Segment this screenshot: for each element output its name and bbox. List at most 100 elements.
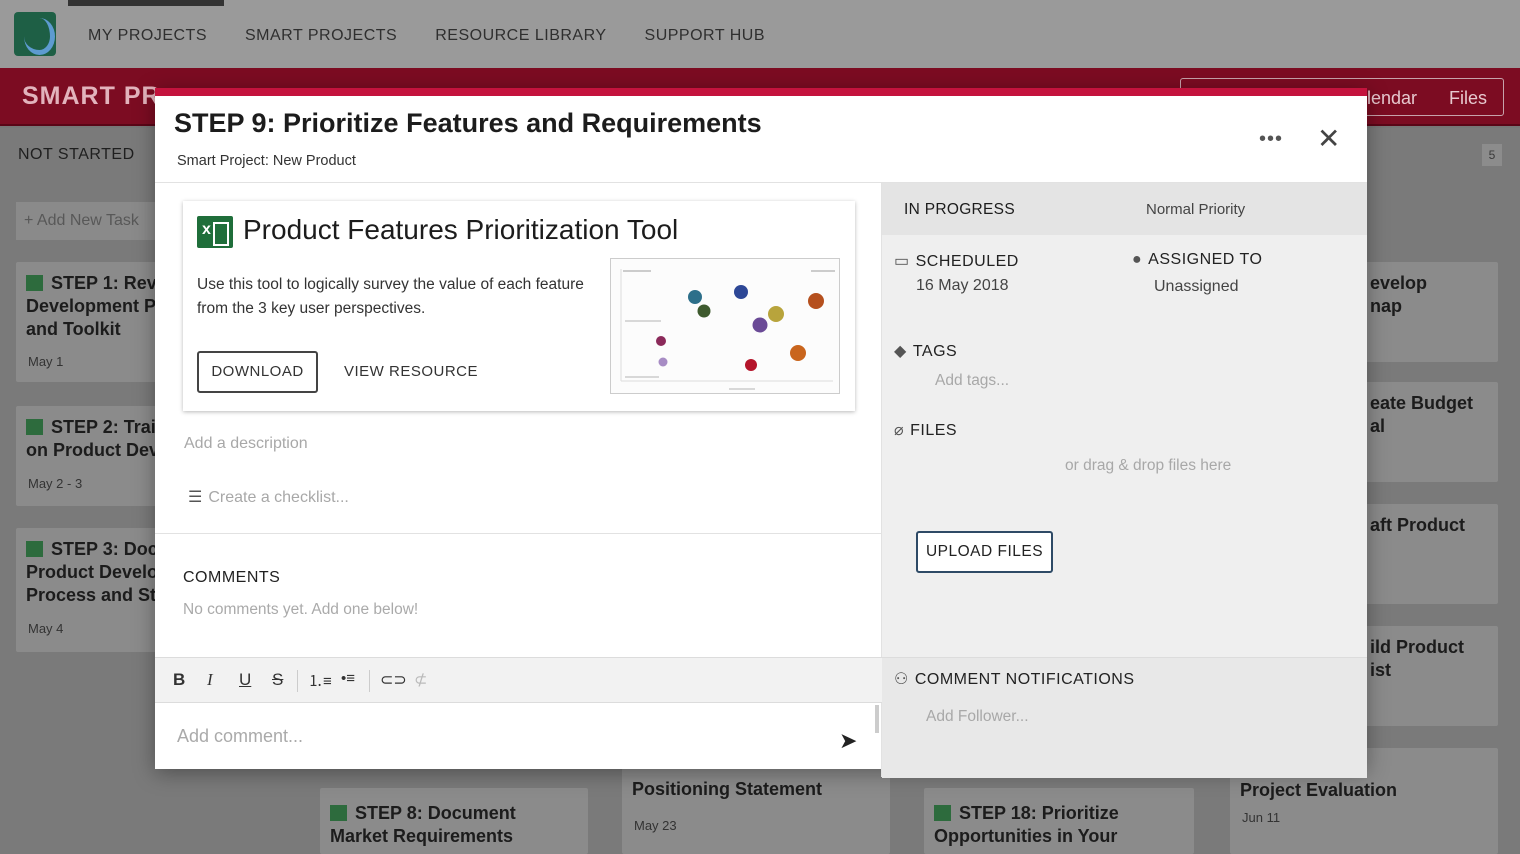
status-bar: IN PROGRESS Normal Priority — [882, 183, 1367, 235]
task-icon — [330, 805, 347, 821]
notifications-label: ⚇ COMMENT NOTIFICATIONS — [894, 669, 1135, 689]
scheduled-date[interactable]: 16 May 2018 — [916, 277, 1009, 295]
task-card-date: May 1 — [28, 354, 64, 369]
resource-description: Use this tool to logically survey the va… — [197, 276, 584, 317]
resource-preview-image[interactable] — [610, 258, 840, 394]
status-dropdown[interactable]: IN PROGRESS — [904, 201, 1015, 219]
upload-files-button[interactable]: UPLOAD FILES — [916, 531, 1053, 573]
task-card-title: STEP 8: Document Market Requirements — [330, 803, 516, 846]
assigned-label-text: ASSIGNED TO — [1148, 251, 1263, 268]
task-card-date: May 23 — [634, 818, 677, 833]
checklist-input[interactable]: ☰ Create a checklist... — [188, 487, 349, 507]
download-button[interactable]: DOWNLOAD — [197, 351, 318, 393]
comment-input[interactable]: Add comment... — [177, 726, 303, 747]
task-card[interactable]: STEP 3: Doc Product Develo Process and S… — [16, 528, 166, 652]
tags-input[interactable]: Add tags... — [935, 372, 1009, 390]
task-card[interactable]: evelop nap — [1360, 262, 1498, 362]
tags-label: ◆ TAGS — [894, 341, 957, 361]
task-card-title: STEP 1: Rev Development P and Toolkit — [26, 273, 157, 339]
toolbar-separator — [297, 670, 298, 692]
italic-button[interactable]: I — [207, 670, 213, 690]
description-input[interactable]: Add a description — [184, 435, 308, 453]
priority-dropdown[interactable]: Normal Priority — [1146, 201, 1245, 218]
section-divider — [155, 533, 882, 534]
column-header: NOT STARTED — [18, 146, 135, 163]
resource-title: Product Features Prioritization Tool — [243, 214, 679, 245]
calendar-icon: ▭ — [894, 253, 910, 270]
user-icon: ● — [1132, 251, 1143, 268]
assignee-value[interactable]: Unassigned — [1154, 278, 1239, 296]
task-card-title: aft Product — [1370, 515, 1466, 535]
task-card-date: May 4 — [28, 621, 64, 636]
task-card[interactable]: aft Product — [1360, 504, 1498, 604]
strikethrough-button[interactable]: S — [272, 670, 283, 690]
files-label-text: FILES — [910, 422, 958, 439]
task-icon — [26, 275, 43, 291]
comment-editor-toolbar: B I U S ⒈≡ •≡ ⊂⊃ ⊄ — [155, 657, 882, 703]
comments-empty-message: No comments yet. Add one below! — [183, 601, 419, 618]
drag-drop-hint: or drag & drop files here — [1065, 457, 1232, 474]
link-icon[interactable]: ⊂⊃ — [380, 670, 407, 690]
nav-items: MY PROJECTS SMART PROJECTS RESOURCE LIBR… — [88, 27, 765, 45]
active-tab-indicator — [68, 0, 224, 6]
task-card[interactable]: STEP 18: Prioritize Opportunities in You… — [924, 788, 1194, 854]
unlink-icon[interactable]: ⊄ — [414, 670, 427, 690]
task-card-title: evelop nap — [1370, 273, 1428, 316]
app-logo-icon[interactable] — [14, 12, 56, 56]
task-card[interactable]: STEP 2: Trai on Product Dev May 2 - 3 — [16, 406, 166, 506]
comments-heading: COMMENTS — [183, 569, 281, 586]
add-new-task-button[interactable]: + Add New Task — [16, 202, 166, 240]
task-card[interactable]: STEP 1: Rev Development P and Toolkit Ma… — [16, 262, 166, 382]
comment-notifications-section: ⚇ COMMENT NOTIFICATIONS Add Follower... — [882, 657, 1367, 778]
bold-button[interactable]: B — [173, 670, 185, 690]
view-resource-link[interactable]: VIEW RESOURCE — [344, 363, 478, 380]
task-details-sidebar: IN PROGRESS Normal Priority ▭ SCHEDULED 1… — [882, 182, 1367, 778]
underline-button[interactable]: U — [239, 670, 251, 690]
nav-support-hub[interactable]: SUPPORT HUB — [645, 27, 766, 45]
task-icon — [934, 805, 951, 821]
column-count-badge: 5 — [1482, 144, 1502, 166]
calendar-view-button[interactable]: lendar — [1367, 88, 1417, 109]
top-navigation: MY PROJECTS SMART PROJECTS RESOURCE LIBR… — [0, 0, 1520, 68]
checklist-label: Create a checklist... — [208, 489, 349, 506]
ordered-list-icon[interactable]: ⒈≡ — [308, 670, 332, 691]
nav-resource-library[interactable]: RESOURCE LIBRARY — [435, 27, 606, 45]
resource-card: Product Features Prioritization Tool Use… — [183, 201, 855, 411]
task-card-title: STEP 2: Trai on Product Dev — [26, 417, 160, 460]
task-card[interactable]: STEP 8: Document Market Requirements — [320, 788, 588, 854]
more-options-icon[interactable]: ••• — [1259, 128, 1283, 151]
task-icon — [26, 541, 43, 557]
task-card-date: Jun 11 — [1242, 810, 1281, 825]
assigned-label: ● ASSIGNED TO — [1132, 251, 1262, 269]
send-icon[interactable]: ➤ — [839, 728, 857, 754]
users-icon: ⚇ — [894, 671, 909, 688]
task-card-date: May 2 - 3 — [28, 476, 83, 491]
tag-icon: ◆ — [894, 343, 907, 360]
modal-subtitle: Smart Project: New Product — [177, 153, 356, 169]
toolbar-separator — [369, 670, 370, 692]
notifications-label-text: COMMENT NOTIFICATIONS — [914, 671, 1135, 688]
task-icon — [26, 419, 43, 435]
nav-my-projects[interactable]: MY PROJECTS — [88, 27, 207, 45]
task-card-title: STEP 3: Doc Product Develo Process and S… — [26, 539, 159, 605]
bullet-list-icon[interactable]: •≡ — [341, 670, 355, 687]
scheduled-label-text: SCHEDULED — [915, 253, 1019, 270]
task-main-panel: Product Features Prioritization Tool Use… — [155, 182, 882, 777]
comment-scrollbar[interactable] — [875, 705, 879, 733]
task-detail-modal: STEP 9: Prioritize Features and Requirem… — [155, 88, 1367, 778]
paperclip-icon: ⌀ — [894, 422, 905, 439]
add-follower-input[interactable]: Add Follower... — [926, 708, 1029, 726]
task-card-title: eate Budget al — [1370, 393, 1474, 436]
task-card[interactable]: eate Budget al — [1360, 382, 1498, 482]
task-card[interactable]: Positioning Statement May 23 — [622, 768, 890, 854]
task-card-title: Positioning Statement — [632, 779, 823, 799]
files-view-button[interactable]: Files — [1449, 88, 1487, 109]
task-card[interactable]: ild Product ist — [1360, 626, 1498, 726]
nav-smart-projects[interactable]: SMART PROJECTS — [245, 27, 397, 45]
task-card-title: STEP 18: Prioritize Opportunities in You… — [934, 803, 1119, 846]
tags-label-text: TAGS — [912, 343, 958, 360]
scheduled-label: ▭ SCHEDULED — [894, 251, 1019, 271]
close-icon[interactable]: ✕ — [1317, 122, 1340, 155]
project-title: SMART PR — [22, 82, 161, 110]
task-card-title: ild Product ist — [1370, 637, 1464, 680]
